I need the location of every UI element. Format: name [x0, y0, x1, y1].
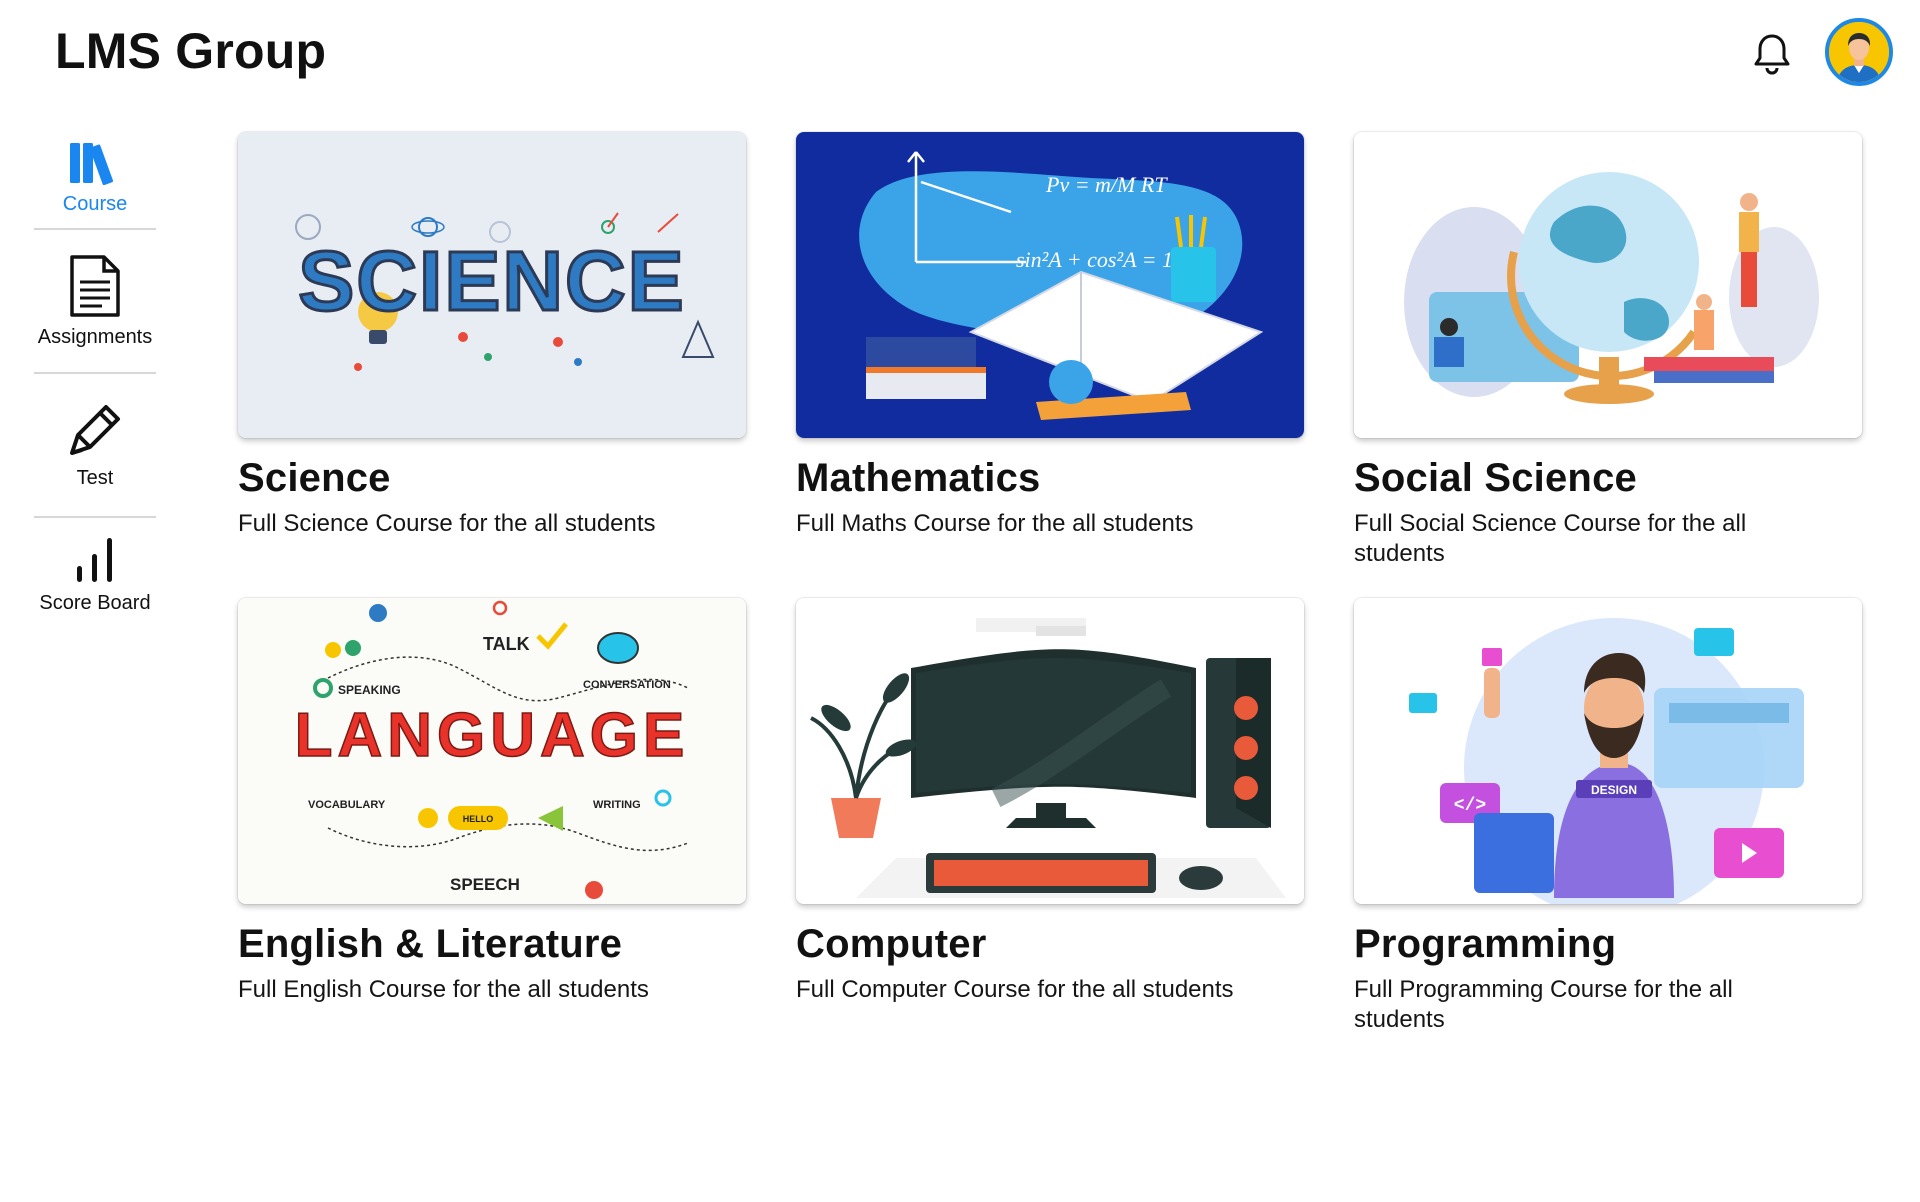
course-description: Full Social Science Course for the all s… — [1354, 510, 1747, 567]
course-grid: SCIENCE Science Full Science Course for … — [238, 132, 1862, 1064]
language-illustration: TALK SPEAKING CONVERSATION LANGUAGE VOCA… — [238, 598, 746, 904]
course-description: Full English Course for the all students — [238, 976, 649, 1003]
image-text-design: DESIGN — [1591, 783, 1637, 797]
course-title: Science — [238, 456, 391, 500]
programming-illustration: </> DESIGN — [1354, 598, 1862, 904]
course-card-science[interactable]: SCIENCE Science Full Science Course for … — [238, 132, 746, 598]
course-card-social-science[interactable]: Social Science Full Social Science Cours… — [1354, 132, 1862, 598]
svg-text:sin²A + cos²A = 1: sin²A + cos²A = 1 — [1016, 247, 1173, 272]
image-text-writing: WRITING — [593, 799, 641, 811]
sidebar-item-test[interactable]: Test — [20, 374, 170, 516]
science-image-text: SCIENCE — [298, 234, 685, 328]
social-science-illustration — [1354, 132, 1862, 438]
computer-illustration — [796, 598, 1304, 904]
course-description: Full Science Course for the all students — [238, 510, 656, 537]
document-icon — [70, 254, 120, 317]
course-description: Full Programming Course for the all stud… — [1354, 976, 1733, 1033]
image-text-speaking: SPEAKING — [338, 683, 401, 697]
sidebar-item-label: Course — [62, 193, 128, 215]
course-description: Full Computer Course for the all student… — [796, 976, 1234, 1003]
sidebar: Course Assignments Test Score Board — [20, 120, 170, 626]
course-card-programming[interactable]: </> DESIGN Programming Full Programming … — [1354, 598, 1862, 1064]
notification-bell-icon[interactable] — [1748, 30, 1796, 78]
image-text-speech: SPEECH — [450, 875, 520, 894]
course-title: Programming — [1354, 922, 1617, 966]
avatar-person-icon — [1829, 22, 1889, 82]
image-text-conversation: CONVERSATION — [583, 679, 671, 691]
course-title: Computer — [796, 922, 987, 966]
course-title: Mathematics — [796, 456, 1041, 500]
course-title: Social Science — [1354, 456, 1637, 500]
course-description: Full Maths Course for the all students — [796, 510, 1194, 537]
sidebar-item-label: Test — [76, 466, 114, 489]
image-text-vocabulary: VOCABULARY — [308, 799, 386, 811]
image-text-talk: TALK — [483, 634, 530, 654]
sidebar-item-label: Score Board — [39, 592, 151, 614]
course-card-computer[interactable]: Computer Full Computer Course for the al… — [796, 598, 1304, 1064]
course-card-english-literature[interactable]: TALK SPEAKING CONVERSATION LANGUAGE VOCA… — [238, 598, 746, 1064]
course-card-mathematics[interactable]: Pv = m/M RT sin²A + cos²A = 1 Mathematic… — [796, 132, 1304, 598]
science-illustration: SCIENCE — [238, 132, 746, 438]
sidebar-item-score-board[interactable]: Score Board — [20, 518, 170, 626]
sidebar-item-assignments[interactable]: Assignments — [20, 230, 170, 372]
bar-chart-icon — [77, 538, 112, 582]
user-avatar[interactable] — [1825, 18, 1893, 86]
image-text-hello: HELLO — [463, 814, 494, 824]
pen-icon — [70, 404, 120, 455]
mathematics-illustration: Pv = m/M RT sin²A + cos²A = 1 — [796, 132, 1304, 438]
image-text-language: LANGUAGE — [295, 701, 690, 770]
app-title: LMS Group — [55, 23, 327, 79]
course-title: English & Literature — [238, 922, 623, 966]
sidebar-item-course[interactable]: Course — [20, 120, 170, 228]
svg-text:Pv = m/M RT: Pv = m/M RT — [1045, 172, 1168, 197]
sidebar-item-label: Assignments — [37, 325, 153, 348]
books-icon — [70, 143, 114, 185]
